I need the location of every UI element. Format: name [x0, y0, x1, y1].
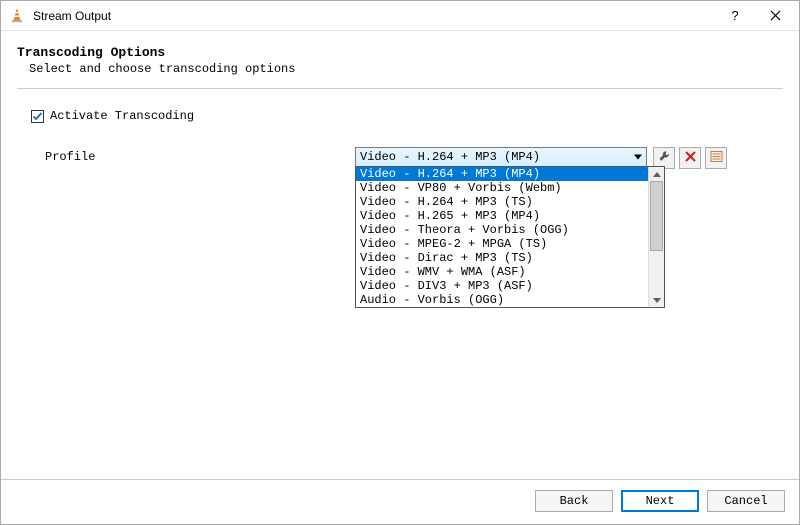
dropdown-scrollbar[interactable]: [648, 167, 664, 307]
vlc-icon: [9, 8, 25, 24]
section-heading: Transcoding Options: [17, 45, 783, 60]
profile-combobox-wrap: Video - H.264 + MP3 (MP4) Video - H.264 …: [355, 147, 647, 167]
new-list-icon: [710, 150, 723, 167]
profile-option[interactable]: Video - H.264 + MP3 (MP4): [356, 167, 648, 181]
window-title: Stream Output: [33, 9, 715, 23]
scroll-up-button[interactable]: [649, 167, 664, 181]
profile-combobox[interactable]: Video - H.264 + MP3 (MP4): [355, 147, 647, 167]
new-profile-button[interactable]: [705, 147, 727, 169]
profile-dropdown-list: Video - H.264 + MP3 (MP4) Video - VP80 +…: [356, 167, 648, 307]
profile-option[interactable]: Video - H.264 + MP3 (TS): [356, 195, 648, 209]
dialog-footer: Back Next Cancel: [1, 479, 799, 524]
profile-dropdown: Video - H.264 + MP3 (MP4) Video - VP80 +…: [355, 166, 665, 308]
next-button[interactable]: Next: [621, 490, 699, 512]
scroll-thumb[interactable]: [650, 181, 663, 251]
scroll-down-button[interactable]: [649, 293, 664, 307]
profile-option[interactable]: Video - MPEG-2 + MPGA (TS): [356, 237, 648, 251]
profile-row: Profile Video - H.264 + MP3 (MP4) Video …: [45, 147, 783, 169]
activate-transcoding-checkbox[interactable]: [31, 110, 44, 123]
titlebar: Stream Output ?: [1, 1, 799, 31]
profile-option[interactable]: Video - H.265 + MP3 (MP4): [356, 209, 648, 223]
chevron-down-icon: [634, 155, 642, 160]
delete-profile-button[interactable]: [679, 147, 701, 169]
cancel-button[interactable]: Cancel: [707, 490, 785, 512]
close-button[interactable]: [755, 2, 795, 30]
dialog-window: Stream Output ? Transcoding Options Sele…: [0, 0, 800, 525]
wrench-icon: [658, 150, 671, 167]
delete-x-icon: [684, 150, 697, 167]
profile-option[interactable]: Audio - Vorbis (OGG): [356, 293, 648, 307]
activate-transcoding-row[interactable]: Activate Transcoding: [31, 109, 783, 123]
profile-option[interactable]: Video - VP80 + Vorbis (Webm): [356, 181, 648, 195]
dialog-content: Transcoding Options Select and choose tr…: [1, 31, 799, 479]
profile-selected-value: Video - H.264 + MP3 (MP4): [360, 150, 540, 164]
help-button[interactable]: ?: [715, 2, 755, 30]
section-subheading: Select and choose transcoding options: [29, 62, 783, 76]
divider: [17, 88, 783, 89]
activate-transcoding-label: Activate Transcoding: [50, 109, 194, 123]
profile-label: Profile: [45, 147, 355, 164]
profile-option[interactable]: Video - Theora + Vorbis (OGG): [356, 223, 648, 237]
profile-option[interactable]: Video - WMV + WMA (ASF): [356, 265, 648, 279]
profile-option[interactable]: Video - Dirac + MP3 (TS): [356, 251, 648, 265]
profile-option[interactable]: Video - DIV3 + MP3 (ASF): [356, 279, 648, 293]
back-button[interactable]: Back: [535, 490, 613, 512]
